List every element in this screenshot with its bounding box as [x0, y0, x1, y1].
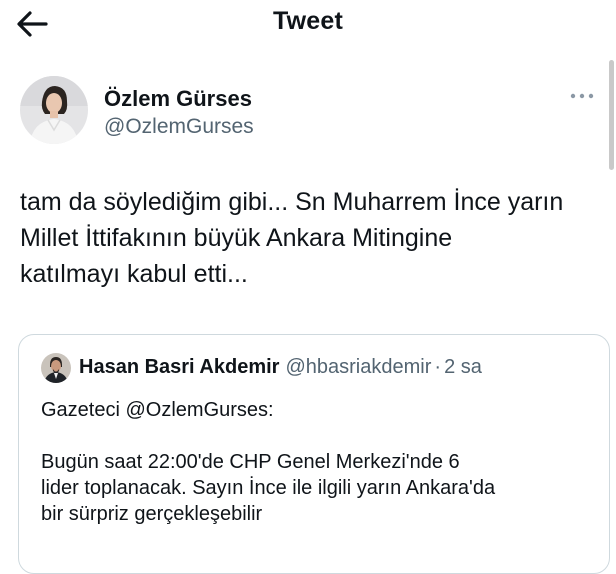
scrollbar[interactable] — [606, 60, 616, 170]
quoted-header: Hasan Basri Akdemir @hbasriakdemir · 2 sa — [79, 356, 482, 379]
quoted-line: bir sürpriz gerçekleşebilir — [41, 503, 263, 525]
tweet-line: tam da söylediğim gibi... Sn Muharrem İn… — [20, 188, 564, 216]
author-name[interactable]: Özlem Gürses — [104, 86, 252, 112]
quoted-blank-line — [41, 423, 601, 449]
tweet-text: tam da söylediğim gibi... Sn Muharrem İn… — [20, 184, 610, 292]
quoted-author-name[interactable]: Hasan Basri Akdemir — [79, 356, 279, 378]
avatar-image — [20, 76, 88, 144]
quoted-tweet[interactable]: Hasan Basri Akdemir @hbasriakdemir · 2 sa G… — [18, 334, 610, 574]
quoted-avatar-image — [41, 353, 71, 383]
quoted-line: Gazeteci @OzlemGurses: — [41, 399, 274, 421]
page-title: Tweet — [273, 7, 343, 35]
quoted-line: lider toplanacak. Sayın İnce ile ilgili … — [41, 477, 496, 499]
quoted-author-handle[interactable]: @hbasriakdemir — [285, 356, 431, 378]
quoted-line: Bugün saat 22:00'de CHP Genel Merkezi'nd… — [41, 451, 460, 473]
tweet-author: Özlem Gürses @OzlemGurses — [20, 76, 600, 146]
top-bar: Tweet — [0, 0, 616, 46]
author-handle[interactable]: @OzlemGurses — [104, 115, 254, 139]
separator-dot: · — [434, 356, 442, 378]
more-horizontal-icon — [570, 93, 594, 99]
quoted-text: Gazeteci @OzlemGurses: Bugün saat 22:00'… — [41, 397, 601, 527]
more-button[interactable] — [568, 88, 596, 104]
avatar[interactable] — [20, 76, 88, 144]
quoted-timestamp[interactable]: 2 sa — [444, 356, 482, 378]
tweet-line: Millet İttifakının büyük Ankara Mitingin… — [20, 224, 453, 252]
tweet-line: katılmayı kabul etti... — [20, 260, 248, 288]
scrollbar-thumb[interactable] — [609, 60, 614, 170]
quoted-avatar[interactable] — [41, 353, 71, 383]
